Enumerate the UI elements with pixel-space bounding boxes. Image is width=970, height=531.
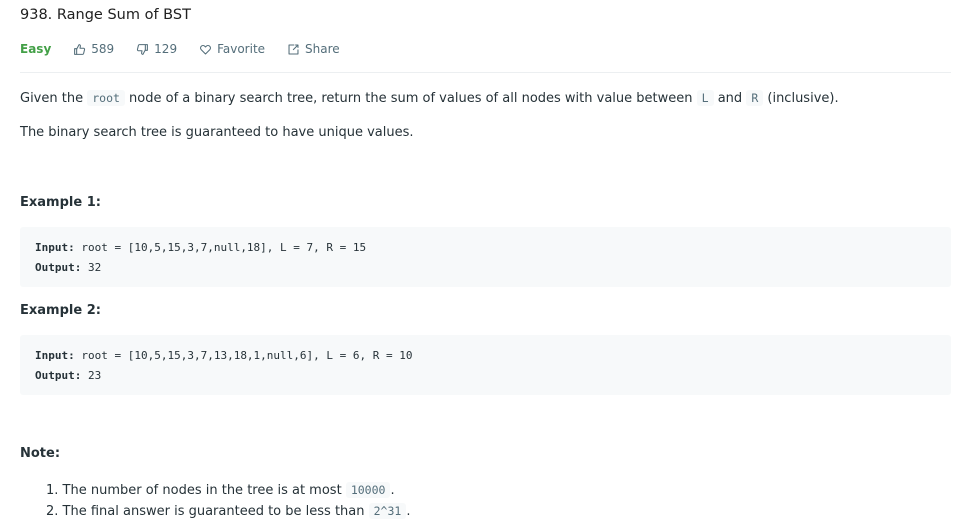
example-1-heading: Example 1:	[20, 195, 101, 210]
problem-meta-row: Easy 589 129 Favorite Share	[20, 40, 362, 58]
heart-icon	[200, 44, 212, 54]
example-1-input: Input: root = [10,5,15,3,7,null,18], L =…	[35, 238, 936, 258]
note-heading: Note:	[20, 446, 61, 461]
description-text: and	[713, 91, 747, 106]
inline-code-max-nodes: 10000	[345, 482, 391, 498]
header-divider	[20, 72, 951, 73]
input-label: Input:	[35, 241, 75, 254]
output-label: Output:	[35, 261, 82, 274]
inline-code-L: L	[696, 90, 714, 106]
note-end: .	[406, 504, 411, 519]
problem-page: 938. Range Sum of BST Easy 589 129 Favor…	[0, 0, 970, 531]
difficulty-badge: Easy	[20, 42, 52, 56]
thumbs-up-icon	[74, 43, 86, 55]
note-end: .	[390, 483, 395, 498]
output-value: 32	[81, 261, 102, 274]
output-label: Output:	[35, 369, 82, 382]
note-item: 1. The number of nodes in the tree is at…	[46, 480, 410, 501]
dislike-count: 129	[154, 42, 178, 56]
note-number: 1.	[46, 483, 63, 498]
problem-title: 938. Range Sum of BST	[20, 7, 191, 23]
like-button[interactable]: 589	[73, 42, 114, 56]
output-value: 23	[81, 369, 102, 382]
example-1-block: Input: root = [10,5,15,3,7,null,18], L =…	[20, 227, 951, 287]
inline-code-R: R	[746, 90, 764, 106]
dislike-button[interactable]: 129	[136, 42, 177, 56]
note-text: The number of nodes in the tree is at mo…	[62, 483, 346, 498]
example-1-output: Output: 32	[35, 258, 936, 278]
note-list: 1. The number of nodes in the tree is at…	[46, 480, 410, 522]
description-text: node of a binary search tree, return the…	[124, 91, 697, 106]
input-value: root = [10,5,15,3,7,null,18], L = 7, R =…	[74, 241, 367, 254]
input-value: root = [10,5,15,3,7,13,18,1,null,6], L =…	[74, 349, 413, 362]
input-label: Input:	[35, 349, 75, 362]
note-text: The final answer is guaranteed to be les…	[62, 504, 369, 519]
like-count: 589	[91, 42, 115, 56]
inline-code-max-answer: 2^31	[368, 503, 407, 519]
thumbs-down-icon	[137, 43, 149, 55]
description-text: (inclusive).	[763, 91, 839, 106]
note-item: 2. The final answer is guaranteed to be …	[46, 501, 410, 522]
share-button[interactable]: Share	[287, 42, 340, 56]
note-number: 2.	[46, 504, 63, 519]
share-label: Share	[305, 42, 340, 56]
favorite-label: Favorite	[217, 42, 266, 56]
example-2-block: Input: root = [10,5,15,3,7,13,18,1,null,…	[20, 335, 951, 395]
unique-values-paragraph: The binary search tree is guaranteed to …	[20, 125, 414, 140]
description-paragraph: Given the root node of a binary search t…	[20, 89, 839, 108]
description-text: Given the	[20, 91, 88, 106]
share-icon	[288, 44, 299, 54]
inline-code-root: root	[87, 90, 125, 106]
example-2-input: Input: root = [10,5,15,3,7,13,18,1,null,…	[35, 346, 936, 366]
favorite-button[interactable]: Favorite	[199, 42, 265, 56]
example-2-output: Output: 23	[35, 366, 936, 386]
example-2-heading: Example 2:	[20, 303, 101, 318]
